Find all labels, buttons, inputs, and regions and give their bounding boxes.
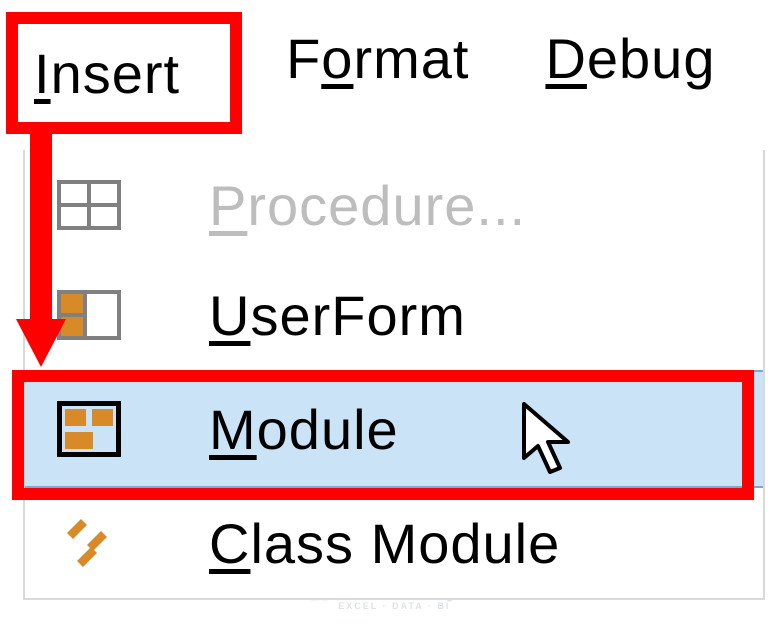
userform-label: UserForm — [153, 283, 466, 348]
dropdown-item-procedure: Procedure... — [25, 150, 763, 260]
classmodule-label: Class Module — [153, 511, 560, 576]
classmodule-icon — [57, 515, 121, 571]
watermark-tag: EXCEL · DATA · BI — [338, 601, 460, 611]
arrow-annotation — [30, 134, 52, 359]
menu-debug-label: Debug — [545, 27, 715, 90]
menu-debug[interactable]: Debug — [517, 10, 743, 107]
menu-insert[interactable]: Insert — [34, 41, 180, 106]
menu-insert-highlight: Insert — [6, 12, 242, 134]
module-label: Module — [153, 397, 399, 462]
dropdown-item-module[interactable]: Module — [25, 370, 763, 488]
dropdown-item-classmodule[interactable]: Class Module — [25, 488, 763, 598]
procedure-label: Procedure... — [153, 173, 526, 238]
dropdown-item-userform[interactable]: UserForm — [25, 260, 763, 370]
module-icon — [57, 401, 121, 457]
procedure-icon — [57, 180, 121, 230]
menu-insert-label: Insert — [34, 42, 180, 105]
insert-dropdown: Procedure... UserForm Modu — [23, 150, 765, 600]
userform-icon — [57, 290, 121, 340]
menu-format[interactable]: Format — [258, 10, 497, 107]
menu-format-label: Format — [286, 27, 469, 90]
